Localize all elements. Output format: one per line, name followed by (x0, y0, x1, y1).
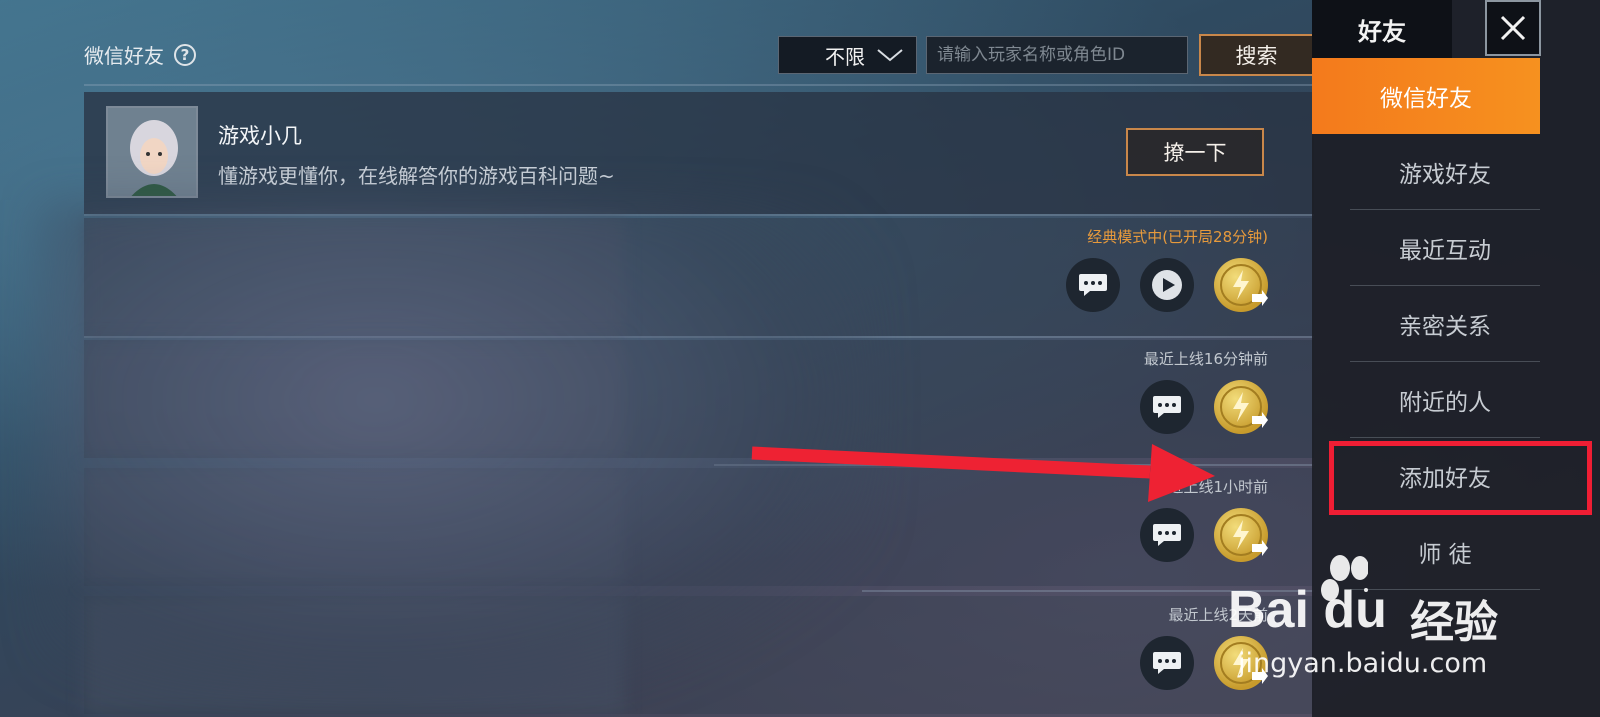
search-input[interactable] (926, 36, 1188, 74)
sidebar-item-recent-interactions[interactable]: 最近互动 (1350, 210, 1540, 286)
chat-button[interactable] (1140, 636, 1194, 690)
sidebar-item-nearby-people[interactable]: 附近的人 (1350, 362, 1540, 438)
chevron-down-icon (877, 49, 903, 62)
chat-button[interactable] (1066, 258, 1120, 312)
filter-value: 不限 (825, 44, 865, 69)
assistant-avatar-icon (108, 108, 196, 196)
friend-row[interactable]: 经典模式中(已开局28分钟) (84, 218, 1314, 336)
sidebar-item-mentorship[interactable]: 师 徒 (1350, 514, 1540, 590)
page-title: 微信好友 (84, 44, 164, 68)
friend-row[interactable]: 最近上线2天前 (84, 596, 1314, 714)
chat-button[interactable] (1140, 380, 1194, 434)
chat-button[interactable] (1140, 508, 1194, 562)
assistant-name: 游戏小几 (218, 124, 302, 148)
sidebar-item-intimate-relations[interactable]: 亲密关系 (1350, 286, 1540, 362)
assistant-row[interactable]: 游戏小几 懂游戏更懂你，在线解答你的游戏百科问题~ 撩一下 (84, 92, 1314, 214)
bolt-gift-icon (1220, 386, 1268, 428)
sidebar-item-wechat-friends[interactable]: 微信好友 (1312, 58, 1540, 134)
friend-row[interactable]: 最近上线1小时前 (84, 468, 1314, 586)
friend-status: 最近上线16分钟前 (1143, 350, 1268, 368)
watermark-brand: Bai du (1228, 581, 1387, 639)
sidebar-title: 好友 (1312, 0, 1452, 58)
chat-assistant-button[interactable]: 撩一下 (1126, 128, 1264, 176)
chat-icon (1079, 274, 1107, 296)
divider (714, 464, 1314, 466)
friends-panel: 微信好友 ? 不限 搜索 游戏小几 懂游戏更懂你，在线解答你的游戏百科问题~ 撩… (0, 0, 1314, 717)
close-button[interactable] (1485, 0, 1541, 56)
send-energy-button[interactable] (1214, 380, 1268, 434)
highlight-box (1329, 441, 1592, 515)
sidebar-item-game-friends[interactable]: 游戏好友 (1350, 134, 1540, 210)
blurred-friend-info (84, 596, 624, 714)
divider (84, 336, 1314, 338)
send-energy-button[interactable] (1214, 258, 1268, 312)
avatar (106, 106, 198, 198)
friend-row[interactable]: 最近上线16分钟前 (84, 340, 1314, 458)
chat-icon (1153, 396, 1181, 418)
search-button[interactable]: 搜索 (1199, 34, 1314, 76)
chat-icon (1153, 652, 1181, 674)
play-icon (1152, 270, 1182, 300)
blurred-friend-info (84, 218, 624, 336)
watermark-url: jingyan.baidu.com (1238, 648, 1488, 679)
divider (84, 214, 1314, 216)
friend-status: 最近上线1小时前 (1153, 478, 1268, 496)
spectate-button[interactable] (1140, 258, 1194, 312)
close-icon (1500, 15, 1526, 41)
filter-dropdown[interactable]: 不限 (778, 36, 917, 74)
blurred-friend-info (84, 340, 624, 458)
watermark-cn: 经验 (1410, 597, 1498, 648)
assistant-description: 懂游戏更懂你，在线解答你的游戏百科问题~ (218, 164, 615, 188)
help-icon[interactable]: ? (174, 43, 196, 66)
friend-status: 经典模式中(已开局28分钟) (1087, 228, 1268, 246)
divider (84, 84, 1314, 86)
blurred-friend-info (84, 468, 624, 586)
chat-icon (1153, 524, 1181, 546)
panel-header: 微信好友 ? (84, 40, 196, 69)
bolt-gift-icon (1220, 264, 1268, 306)
